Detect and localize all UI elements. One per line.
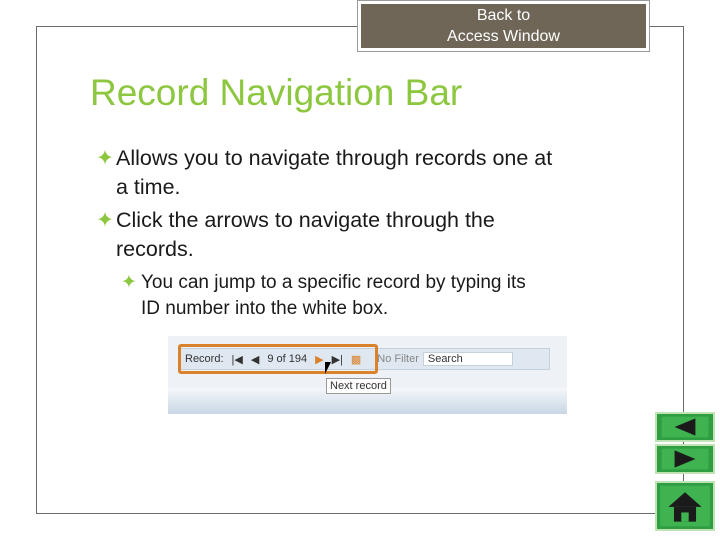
- highlight-box: [178, 344, 378, 374]
- back-to-access-label: Back to Access Window: [361, 4, 646, 48]
- home-icon: [660, 485, 710, 527]
- back-line1: Back to: [476, 7, 531, 24]
- search-label: Search: [422, 352, 513, 366]
- slide-title: Record Navigation Bar: [90, 72, 463, 113]
- navigation-bar-screenshot: Record: |◀ ◀ 9 of 194 ▶ ▶| ▩ No Filter S…: [168, 336, 567, 414]
- bullet-icon: ✦: [96, 208, 115, 232]
- bullet-text-cont: a time.: [116, 175, 181, 199]
- next-record-tooltip: Next record: [326, 378, 391, 394]
- prev-slide-button[interactable]: [655, 412, 715, 442]
- bullet-text-cont: records.: [116, 237, 194, 261]
- bullet-item: ✦Click the arrows to navigate through th…: [96, 206, 656, 264]
- next-slide-button[interactable]: [655, 444, 715, 474]
- bullet-item: ✦Allows you to navigate through records …: [96, 144, 656, 202]
- back-to-access-button[interactable]: Back to Access Window: [357, 0, 650, 52]
- bullet-text: Allows you to navigate through records o…: [116, 146, 553, 170]
- home-button[interactable]: [655, 481, 715, 531]
- bullet-icon: ✦: [96, 146, 115, 170]
- next-arrow-icon: [661, 448, 709, 470]
- sub-bullet-text-cont: ID number into the white box.: [141, 298, 389, 319]
- sub-bullet-text: You can jump to a specific record by typ…: [141, 272, 526, 293]
- bullet-icon: ✦: [121, 272, 137, 293]
- bullet-text: Click the arrows to navigate through the: [116, 208, 495, 232]
- mouse-cursor-icon: [325, 362, 331, 374]
- back-line2: Access Window: [447, 28, 560, 45]
- prev-arrow-icon: [661, 416, 709, 438]
- sub-bullet-item: ✦ You can jump to a specific record by ty…: [121, 270, 641, 322]
